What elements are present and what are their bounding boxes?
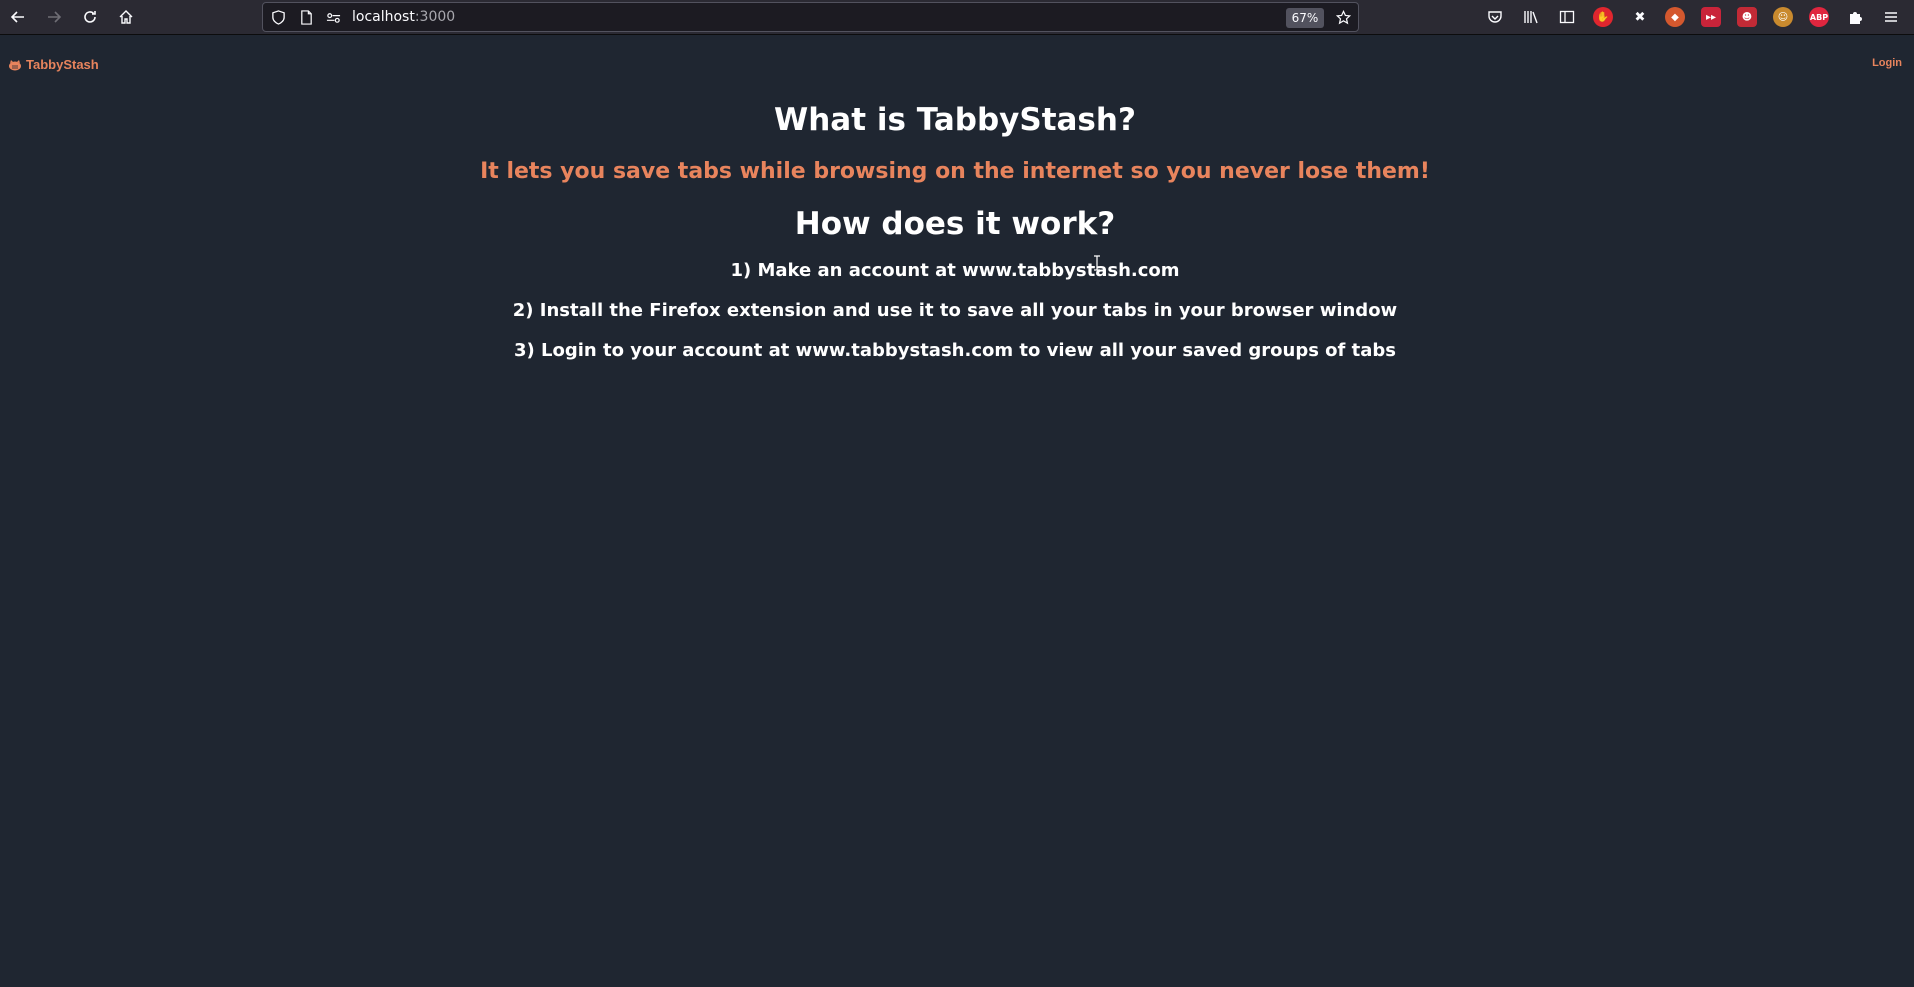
page-viewport: TabbyStash Login What is TabbyStash? It …	[0, 36, 1914, 987]
page-icon[interactable]	[298, 9, 314, 25]
pocket-button[interactable]	[1481, 3, 1509, 31]
url-text[interactable]: localhost:3000	[352, 9, 455, 25]
monster-extension-icon[interactable]: ☻	[1737, 7, 1757, 27]
text-cursor-icon	[1094, 255, 1100, 271]
puzzle-piece-icon	[1850, 12, 1862, 24]
brand-name: TabbyStash	[26, 57, 99, 72]
url-bar[interactable]: localhost:3000 67%	[262, 2, 1359, 32]
step-3: 3) Login to your account at www.tabbysta…	[514, 340, 1396, 361]
pocket-icon	[1488, 11, 1502, 23]
home-button[interactable]	[112, 3, 140, 31]
dark-extension-icon[interactable]: ✖	[1630, 7, 1650, 27]
page-heading: What is TabbyStash?	[774, 102, 1136, 138]
back-arrow-icon	[10, 11, 24, 23]
how-it-works-heading: How does it work?	[794, 206, 1116, 242]
extensions-button[interactable]	[1841, 3, 1869, 31]
hamburger-menu-icon	[1885, 12, 1897, 22]
tagline: It lets you save tabs while browsing on …	[480, 159, 1430, 184]
tabby-cat-extension-icon[interactable]: ☺	[1773, 7, 1793, 27]
menu-button[interactable]	[1877, 3, 1905, 31]
zoom-level-badge[interactable]: 67%	[1286, 8, 1324, 28]
library-icon	[1524, 11, 1538, 24]
forward-button[interactable]	[40, 3, 68, 31]
library-button[interactable]	[1517, 3, 1545, 31]
stop-hand-extension-icon[interactable]: ✋	[1593, 7, 1613, 27]
home-icon	[119, 10, 133, 24]
step-2: 2) Install the Firefox extension and use…	[512, 300, 1398, 321]
shield-icon[interactable]	[270, 9, 286, 25]
video-extension-icon[interactable]: ▸▸	[1701, 7, 1721, 27]
permissions-icon[interactable]	[325, 9, 341, 25]
back-button[interactable]	[4, 3, 32, 31]
sidebar-icon	[1559, 10, 1575, 24]
fox-extension-icon[interactable]: ◆	[1665, 7, 1685, 27]
browser-toolbar: localhost:3000 67% ✋ ✖ ◆ ▸▸ ☻ ☺ ABP	[0, 0, 1914, 35]
reload-icon	[84, 11, 96, 23]
login-link[interactable]: Login	[1872, 57, 1902, 69]
forward-arrow-icon	[48, 11, 62, 23]
bookmark-star-icon[interactable]	[1335, 9, 1351, 25]
brand-link[interactable]: TabbyStash	[8, 57, 99, 72]
reload-button[interactable]	[76, 3, 104, 31]
tabby-cat-logo-icon	[9, 59, 21, 70]
step-1: 1) Make an account at www.tabbystash.com	[730, 260, 1180, 281]
sidebar-button[interactable]	[1553, 3, 1581, 31]
adblock-plus-extension-icon[interactable]: ABP	[1809, 7, 1829, 27]
